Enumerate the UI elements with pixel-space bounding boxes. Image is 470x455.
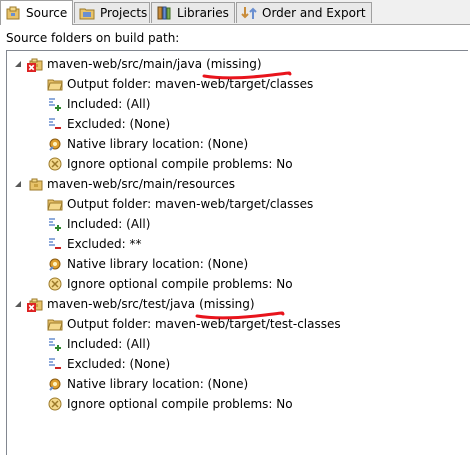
- excluded-filter-icon: [47, 236, 63, 252]
- ignore-problems-icon: [47, 276, 63, 292]
- folder-attribute-item[interactable]: Included: (All): [47, 94, 150, 114]
- folder-attribute-text: Output folder: maven-web/target/classes: [67, 77, 314, 91]
- libraries-icon: [156, 5, 172, 21]
- folder-attribute-text: Ignore optional compile problems: No: [67, 157, 293, 171]
- expand-toggle-icon[interactable]: [13, 299, 23, 309]
- tab-label: Source: [26, 6, 68, 20]
- folder-attribute-text: Native library location: (None): [67, 377, 249, 391]
- projects-folder-icon: [79, 5, 95, 21]
- folder-attribute-text: Included: (All): [67, 217, 151, 231]
- folder-attribute-text: Output folder: maven-web/target/classes: [67, 197, 314, 211]
- folder-attribute-item[interactable]: Ignore optional compile problems: No: [47, 274, 293, 294]
- folder-attribute-item[interactable]: Included: (All): [47, 214, 150, 234]
- ignore-problems-icon: [47, 156, 63, 172]
- folder-attribute-item[interactable]: Native library location: (None): [47, 374, 248, 394]
- excluded-filter-icon: [47, 356, 63, 372]
- native-library-icon: [47, 256, 63, 272]
- folder-attribute-text: Included: (All): [67, 337, 151, 351]
- folder-attribute-item[interactable]: Output folder: maven-web/target/test-cla…: [47, 314, 341, 334]
- order-export-icon: [241, 5, 257, 21]
- source-folder-item[interactable]: maven-web/src/main/java (missing): [27, 54, 292, 80]
- included-filter-icon: [47, 336, 63, 352]
- source-folder-icon: [27, 176, 43, 192]
- ignore-problems-icon: [47, 396, 63, 412]
- folder-attribute-item[interactable]: Included: (All): [47, 334, 150, 354]
- excluded-filter-icon: [47, 116, 63, 132]
- source-folder-tree[interactable]: maven-web/src/main/java (missing) Output f…: [6, 50, 468, 455]
- folder-attribute-item[interactable]: Native library location: (None): [47, 254, 248, 274]
- folder-attribute-text: Excluded: **: [67, 237, 142, 251]
- tab-order-and-export[interactable]: Order and Export: [236, 2, 372, 23]
- folder-attribute-text: Native library location: (None): [67, 257, 249, 271]
- output-folder-icon: [47, 76, 63, 92]
- missing-label: (missing): [195, 297, 285, 320]
- included-filter-icon: [47, 216, 63, 232]
- tab-label: Libraries: [177, 6, 229, 20]
- source-folders-label: Source folders on build path:: [6, 31, 180, 45]
- native-library-icon: [47, 136, 63, 152]
- output-folder-icon: [47, 316, 63, 332]
- tab-label: Projects: [100, 6, 148, 20]
- folder-attribute-text: Included: (All): [67, 97, 151, 111]
- tab-projects[interactable]: Projects: [74, 2, 150, 23]
- source-folder-item[interactable]: maven-web/src/test/java (missing): [27, 294, 285, 320]
- folder-attribute-item[interactable]: Excluded: (None): [47, 354, 170, 374]
- native-library-icon: [47, 376, 63, 392]
- tab-source[interactable]: Source: [0, 0, 73, 25]
- folder-attribute-text: Output folder: maven-web/target/test-cla…: [67, 317, 341, 331]
- missing-label: (missing): [202, 57, 292, 80]
- folder-attribute-item[interactable]: Output folder: maven-web/target/classes: [47, 194, 313, 214]
- folder-attribute-item[interactable]: Excluded: **: [47, 234, 141, 254]
- expand-toggle-icon[interactable]: [13, 179, 23, 189]
- folder-attribute-text: Ignore optional compile problems: No: [67, 277, 293, 291]
- folder-attribute-text: Excluded: (None): [67, 357, 171, 371]
- folder-attribute-text: Excluded: (None): [67, 117, 171, 131]
- folder-attribute-item[interactable]: Native library location: (None): [47, 134, 248, 154]
- folder-attribute-item[interactable]: Excluded: (None): [47, 114, 170, 134]
- tab-label: Order and Export: [262, 6, 366, 20]
- folder-attribute-item[interactable]: Output folder: maven-web/target/classes: [47, 74, 313, 94]
- source-folder-icon: [27, 56, 43, 72]
- source-folder-path: maven-web/src/main/java: [47, 57, 203, 71]
- output-folder-icon: [47, 196, 63, 212]
- source-folder-path: maven-web/src/test/java: [47, 297, 196, 311]
- folder-attribute-text: Ignore optional compile problems: No: [67, 397, 293, 411]
- source-folder-path: maven-web/src/main/resources: [47, 177, 236, 191]
- expand-toggle-icon[interactable]: [13, 59, 23, 69]
- package-source-icon: [5, 5, 21, 21]
- source-folder-item[interactable]: maven-web/src/main/resources: [27, 174, 235, 194]
- tab-libraries[interactable]: Libraries: [151, 2, 235, 23]
- source-folder-icon: [27, 296, 43, 312]
- included-filter-icon: [47, 96, 63, 112]
- folder-attribute-item[interactable]: Ignore optional compile problems: No: [47, 394, 293, 414]
- folder-attribute-item[interactable]: Ignore optional compile problems: No: [47, 154, 293, 174]
- folder-attribute-text: Native library location: (None): [67, 137, 249, 151]
